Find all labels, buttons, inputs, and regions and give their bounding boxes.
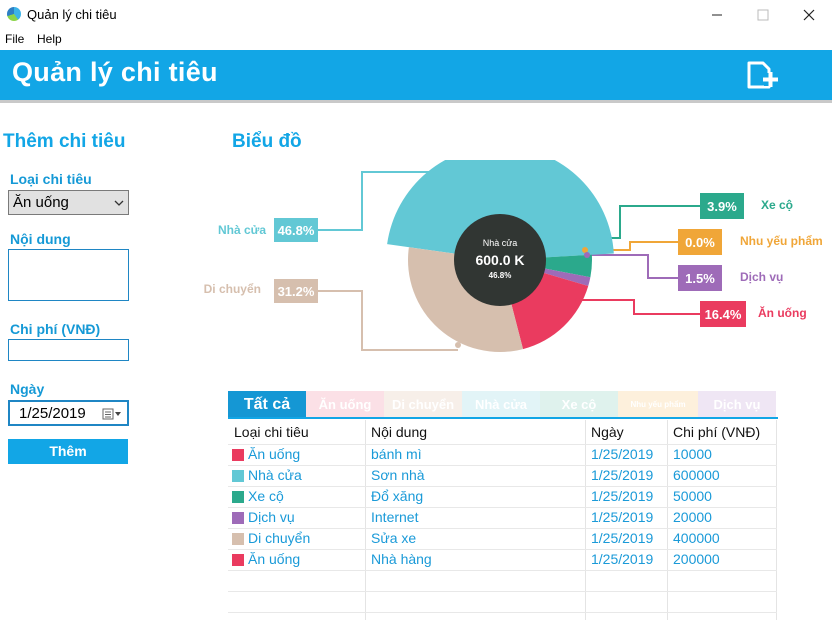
menu-bar [0, 31, 832, 49]
cell-date: 1/25/2019 [591, 509, 654, 525]
category-color-swatch [232, 491, 244, 503]
cell-cost: 400000 [673, 530, 720, 546]
minimize-icon [712, 14, 722, 16]
window-title: Quản lý chi tiêu [27, 7, 117, 22]
cell-category: Di chuyển [248, 530, 311, 546]
connector-dich-vu [587, 254, 678, 279]
dot-di-chuyen [455, 342, 461, 348]
maximize-button[interactable] [740, 0, 786, 30]
app-icon [7, 7, 21, 21]
calendar-dropdown-icon [102, 408, 121, 420]
cell-date: 1/25/2019 [591, 467, 654, 483]
category-color-swatch [232, 470, 244, 482]
tab-4[interactable]: Xe cộ [540, 391, 618, 418]
cell-date: 1/25/2019 [591, 446, 654, 462]
close-button[interactable] [786, 0, 832, 30]
pie-chart: Nhà cửa 600.0 K 46.8% Nhà cửa 46.8% Di c… [204, 160, 823, 352]
percent-di-chuyen: 31.2% [278, 284, 315, 299]
cell-content: Sơn nhà [371, 467, 425, 483]
minimize-button[interactable] [694, 0, 740, 30]
percent-an-uong: 16.4% [705, 307, 742, 322]
dot-an-uong [575, 298, 581, 304]
date-picker[interactable]: 1/25/2019 [8, 400, 129, 426]
label-nha-cua: Nhà cửa [218, 223, 266, 237]
cell-category: Xe cộ [248, 488, 284, 504]
close-icon [803, 9, 815, 21]
cell-content: Sửa xe [371, 530, 417, 546]
cell-content: Nhà hàng [371, 551, 432, 567]
header-divider [0, 100, 832, 103]
column-header-cost[interactable]: Chi phí (VNĐ) [673, 424, 760, 440]
category-select[interactable]: Ăn uống [8, 190, 129, 215]
cell-cost: 200000 [673, 551, 720, 567]
connector-an-uong [578, 299, 700, 315]
cell-category: Ăn uống [248, 446, 301, 462]
tab-3[interactable]: Nhà cửa [462, 391, 540, 418]
category-color-swatch [232, 533, 244, 545]
row-divider [228, 570, 777, 571]
cell-cost: 10000 [673, 446, 712, 462]
add-expense-button[interactable]: Thêm [8, 439, 128, 464]
label-dich-vu: Dịch vụ [740, 270, 783, 284]
tab-1[interactable]: Ăn uống [306, 391, 384, 418]
chart-section-title: Biểu đồ [232, 131, 302, 152]
tab-underline [228, 417, 778, 419]
cell-cost: 20000 [673, 509, 712, 525]
label-xe-co: Xe cộ [761, 198, 793, 212]
chevron-down-icon [114, 200, 124, 206]
label-di-chuyen: Di chuyển [204, 282, 261, 296]
row-divider [228, 591, 777, 592]
form-section-title: Thêm chi tiêu [3, 131, 126, 152]
date-value: 1/25/2019 [19, 405, 86, 422]
cell-content: bánh mì [371, 446, 422, 462]
add-page-icon[interactable] [745, 59, 779, 91]
center-label: Nhà cửa [483, 238, 518, 248]
cell-category: Ăn uống [248, 551, 301, 567]
cell-category: Nhà cửa [248, 467, 302, 483]
dot-dich-vu [584, 252, 590, 258]
maximize-icon [757, 9, 769, 21]
cell-content: Internet [371, 509, 419, 525]
percent-xe-co: 3.9% [707, 199, 737, 214]
cell-date: 1/25/2019 [591, 551, 654, 567]
cell-date: 1/25/2019 [591, 488, 654, 504]
label-an-uong: Ăn uống [758, 305, 807, 320]
tab-6[interactable]: Dịch vụ [698, 391, 776, 418]
column-header-content[interactable]: Nội dung [371, 424, 427, 440]
center-value: 600.0 K [475, 252, 524, 268]
cell-cost: 600000 [673, 467, 720, 483]
center-percent: 46.8% [489, 271, 512, 280]
category-label: Loại chi tiêu [10, 171, 92, 187]
tab-5[interactable]: Nhu yếu phẩm [618, 391, 698, 418]
date-label: Ngày [10, 381, 45, 397]
tab-2[interactable]: Di chuyển [384, 391, 462, 418]
content-textarea[interactable] [8, 249, 129, 301]
label-nhu-yeu-pham: Nhu yếu phẩm [740, 234, 823, 248]
category-color-swatch [232, 554, 244, 566]
menu-help[interactable]: Help [37, 32, 62, 46]
cell-content: Đổ xăng [371, 488, 424, 504]
category-color-swatch [232, 512, 244, 524]
percent-nhu-yeu-pham: 0.0% [685, 235, 715, 250]
content-label: Nội dung [10, 231, 71, 247]
app-title: Quản lý chi tiêu [12, 57, 218, 87]
cell-cost: 50000 [673, 488, 712, 504]
category-color-swatch [232, 449, 244, 461]
menu-file[interactable]: File [5, 32, 24, 46]
column-header-date[interactable]: Ngày [591, 424, 624, 440]
tab-0[interactable]: Tất cả [228, 391, 306, 419]
cell-date: 1/25/2019 [591, 530, 654, 546]
cost-input[interactable] [8, 339, 129, 361]
percent-nha-cua: 46.8% [278, 223, 315, 238]
cost-label: Chi phí (VNĐ) [10, 321, 101, 337]
row-divider [228, 612, 777, 613]
percent-dich-vu: 1.5% [685, 271, 715, 286]
cell-category: Dịch vụ [248, 509, 295, 525]
category-select-value: Ăn uống [13, 194, 69, 211]
column-header-category[interactable]: Loại chi tiêu [234, 424, 309, 440]
